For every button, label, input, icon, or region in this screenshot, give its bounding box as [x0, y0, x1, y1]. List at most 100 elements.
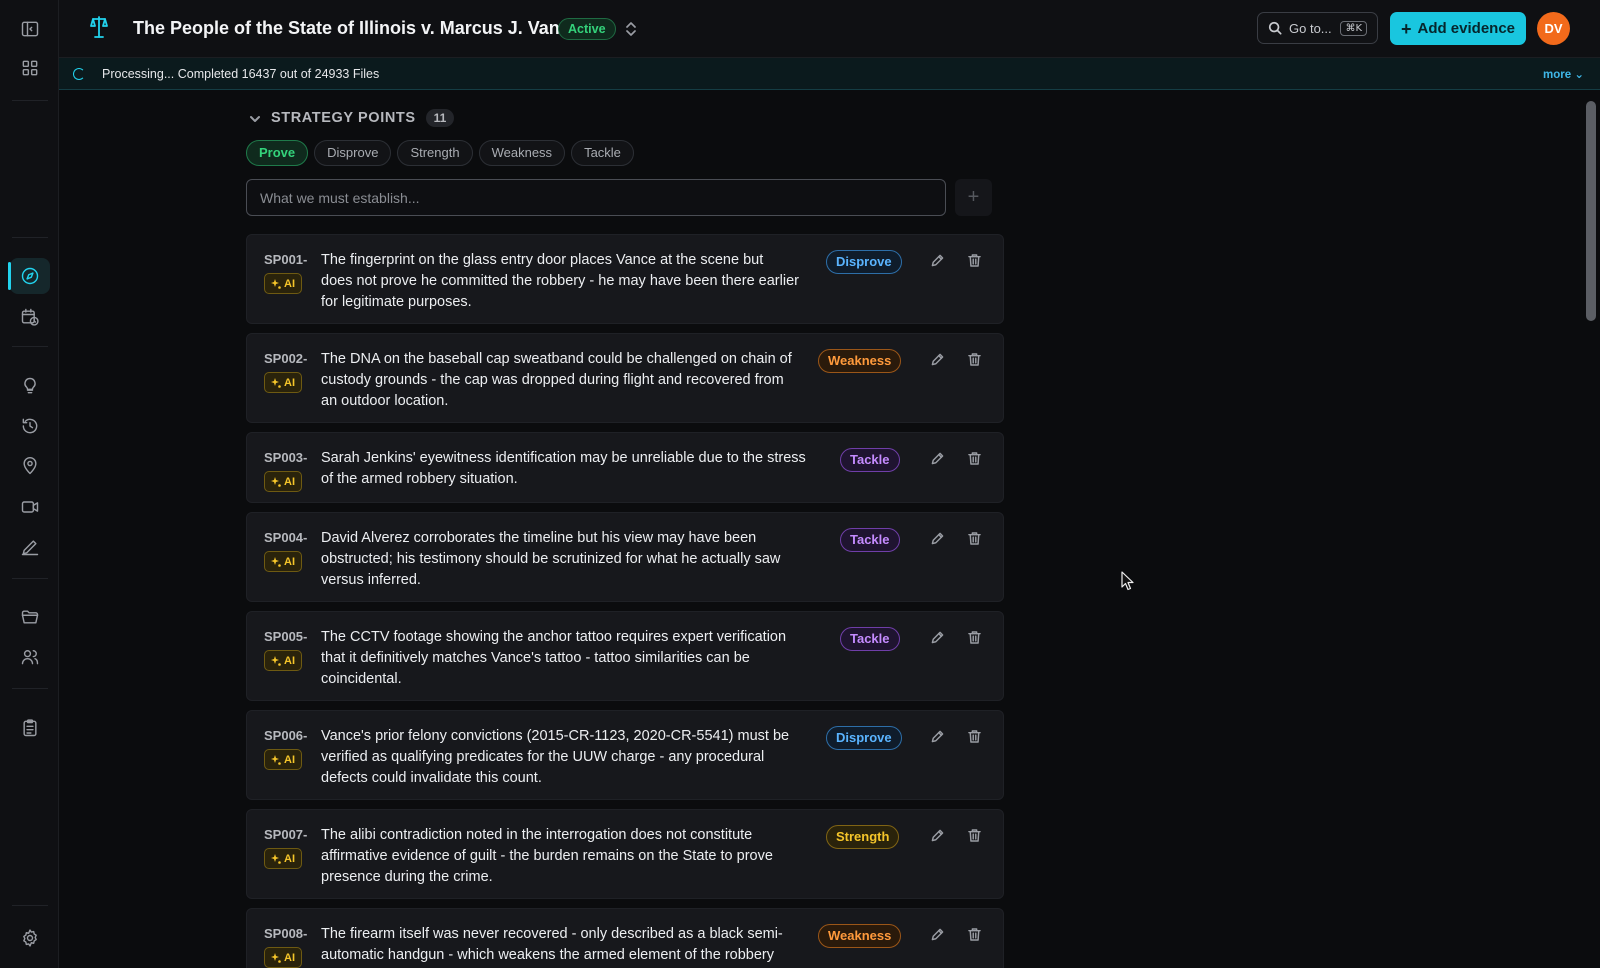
avatar[interactable]: DV [1537, 12, 1570, 45]
shield-logo-icon[interactable] [87, 15, 111, 39]
add-evidence-button[interactable]: + Add evidence [1390, 12, 1526, 45]
point-text-line: affirmative evidence of guilt - the burd… [321, 848, 773, 864]
ai-badge: AI [264, 848, 302, 869]
point-text-line: defects could invalidate this count. [321, 770, 542, 786]
point-id: SP006- [264, 728, 308, 743]
sparkle-icon [271, 754, 281, 765]
pen-icon[interactable] [10, 529, 50, 565]
strategy-point-card[interactable]: SP002- AI The DNA on the baseball cap swea… [246, 333, 1004, 423]
strategy-point-card[interactable]: SP007- AI The alibi contradiction noted in… [246, 809, 1004, 899]
edit-icon[interactable] [929, 926, 949, 946]
sparkle-icon [271, 853, 281, 864]
chevron-down-icon[interactable] [249, 112, 261, 124]
video-icon[interactable] [10, 489, 50, 525]
point-tag-disprove[interactable]: Disprove [826, 726, 902, 750]
users-icon[interactable] [10, 639, 50, 675]
strategy-section-header[interactable]: STRATEGY POINTS 11 [249, 109, 455, 127]
trash-icon[interactable] [966, 629, 986, 649]
settings-icon[interactable] [10, 920, 50, 956]
section-title: STRATEGY POINTS [271, 110, 416, 126]
filter-weakness[interactable]: Weakness [478, 140, 566, 166]
ai-badge: AI [264, 551, 302, 572]
edit-icon[interactable] [929, 728, 949, 748]
trash-icon[interactable] [966, 351, 986, 371]
ai-badge: AI [264, 650, 302, 671]
trash-icon[interactable] [966, 530, 986, 550]
search-icon [1268, 21, 1282, 35]
point-tag-disprove[interactable]: Disprove [826, 250, 902, 274]
point-id: SP002- [264, 351, 308, 366]
trash-icon[interactable] [966, 728, 986, 748]
point-text-line: for legitimate purposes. [321, 294, 472, 310]
history-icon[interactable] [10, 408, 50, 444]
mouse-cursor-icon [1121, 571, 1135, 591]
sparkle-icon [271, 952, 281, 963]
lightbulb-icon[interactable] [10, 368, 50, 404]
point-text-line: versus inferred. [321, 572, 421, 588]
point-text-line: an outdoor location. [321, 393, 449, 409]
point-tag-strength[interactable]: Strength [826, 825, 900, 849]
go-to-search-button[interactable]: Go to... ⌘K [1257, 12, 1378, 44]
scroll-thumb[interactable] [1586, 101, 1596, 321]
filter-disprove[interactable]: Disprove [314, 140, 392, 166]
ai-badge: AI [264, 471, 302, 492]
sparkle-icon [271, 377, 281, 388]
filter-strength[interactable]: Strength [397, 140, 473, 166]
strategy-point-card[interactable]: SP001- AI The fingerprint on the glass ent… [246, 234, 1004, 324]
point-id: SP005- [264, 629, 308, 644]
rail-divider [12, 688, 48, 689]
point-text-line: The firearm itself was never recovered -… [321, 926, 783, 942]
filter-tackle[interactable]: Tackle [571, 140, 634, 166]
edit-icon[interactable] [929, 827, 949, 847]
more-label: more [1543, 69, 1572, 81]
compass-icon[interactable] [8, 258, 50, 294]
edit-icon[interactable] [929, 252, 949, 272]
clipboard-icon[interactable] [10, 710, 50, 746]
edit-icon[interactable] [929, 450, 949, 470]
chevron-up-down-icon[interactable] [624, 20, 638, 38]
point-tag-tackle[interactable]: Tackle [840, 528, 900, 552]
point-text-line: Sarah Jenkins' eyewitness identification… [321, 450, 806, 466]
strategy-point-card[interactable]: SP005- AI The CCTV footage showing the anc… [246, 611, 1004, 701]
strategy-point-card[interactable]: SP003- AI Sarah Jenkins' eyewitness identi… [246, 432, 1004, 503]
top-header: The People of the State of Illinois v. M… [59, 0, 1600, 58]
point-tag-tackle[interactable]: Tackle [840, 627, 900, 651]
edit-icon[interactable] [929, 351, 949, 371]
ai-label: AI [284, 951, 295, 964]
point-tag-weakness[interactable]: Weakness [818, 924, 902, 948]
scrollbar[interactable] [1582, 91, 1600, 968]
add-point-button[interactable]: + [955, 179, 992, 216]
case-title: The People of the State of Illinois v. M… [133, 18, 580, 38]
point-text-line: The DNA on the baseball cap sweatband co… [321, 351, 792, 367]
trash-icon[interactable] [966, 827, 986, 847]
point-id: SP003- [264, 450, 308, 465]
more-link[interactable]: more ⌄ [1543, 67, 1584, 81]
strategy-point-card[interactable]: SP004- AI David Alverez corroborates the t… [246, 512, 1004, 602]
main-content: STRATEGY POINTS 11 Prove Disprove Streng… [59, 91, 1582, 968]
point-tag-weakness[interactable]: Weakness [818, 349, 902, 373]
filter-prove[interactable]: Prove [246, 140, 309, 166]
strategy-point-card[interactable]: SP008- AI The firearm itself was never rec… [246, 908, 1004, 968]
sidebar-toggle-icon[interactable] [10, 11, 50, 47]
rail-divider [12, 578, 48, 579]
filter-chips: Prove Disprove Strength Weakness Tackle [246, 140, 634, 166]
point-text-line: verified as qualifying predicates for th… [321, 749, 765, 765]
map-pin-icon[interactable] [10, 448, 50, 484]
edit-icon[interactable] [929, 530, 949, 550]
count-badge: 11 [425, 109, 455, 127]
point-id: SP008- [264, 926, 308, 941]
calendar-clock-icon[interactable] [10, 299, 50, 335]
edit-icon[interactable] [929, 629, 949, 649]
trash-icon[interactable] [966, 926, 986, 946]
new-point-input[interactable] [246, 179, 946, 216]
trash-icon[interactable] [966, 450, 986, 470]
trash-icon[interactable] [966, 252, 986, 272]
grid-icon[interactable] [10, 50, 50, 86]
strategy-point-card[interactable]: SP006- AI Vance's prior felony convictions… [246, 710, 1004, 800]
point-text-line: that it definitively matches Vance's tat… [321, 650, 750, 666]
spinner-icon [73, 68, 85, 80]
folder-icon[interactable] [10, 599, 50, 635]
point-text-line: of the armed robbery situation. [321, 471, 518, 487]
ai-label: AI [284, 654, 295, 667]
point-tag-tackle[interactable]: Tackle [840, 448, 900, 472]
